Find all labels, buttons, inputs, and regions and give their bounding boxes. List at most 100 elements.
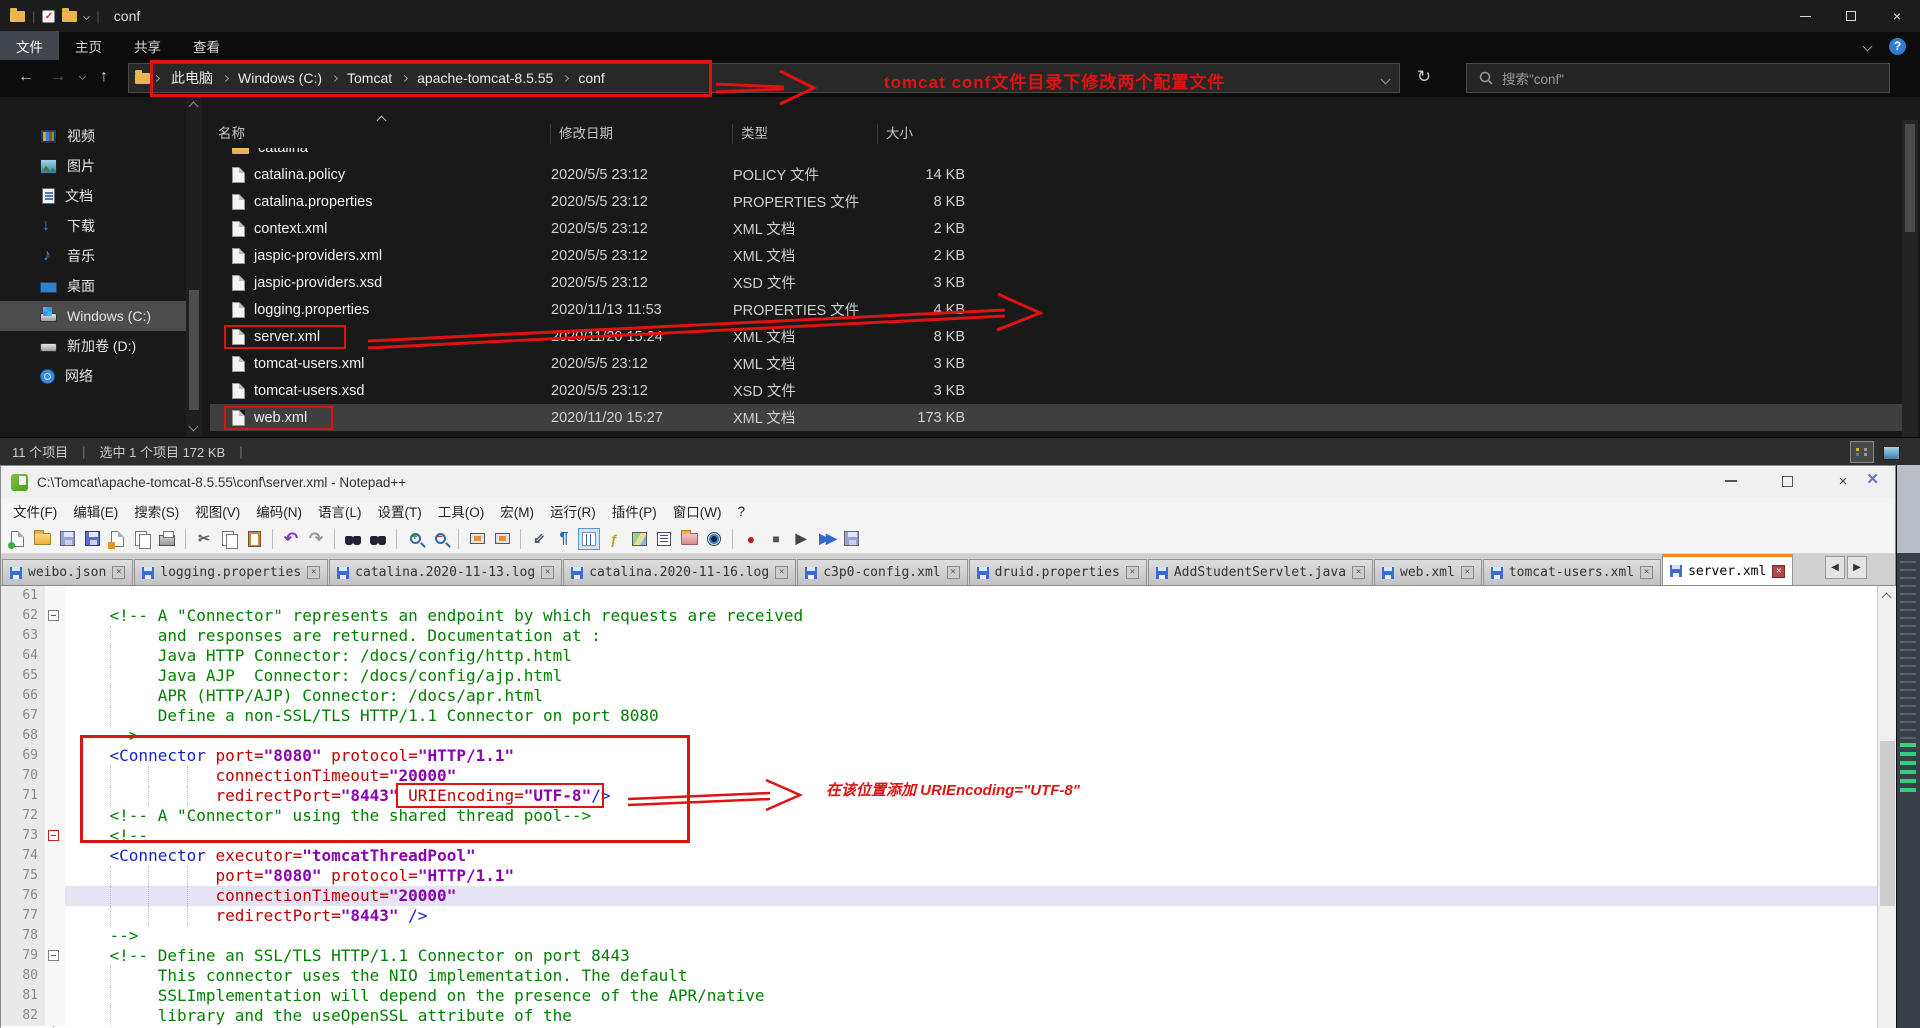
tab-scroll-right-icon[interactable]: ▶ [1847, 556, 1867, 579]
tab-close-icon[interactable]: ✕ [1352, 566, 1366, 579]
undo-icon[interactable]: ↶ [280, 528, 302, 550]
file-row[interactable]: jaspic-providers.xml 2020/5/5 23:12 XML 文档… [210, 242, 1902, 269]
file-row[interactable]: logging.properties 2020/11/13 11:53 PROPER… [210, 296, 1902, 323]
close-button[interactable]: × [1815, 466, 1871, 496]
fold-margin[interactable] [45, 906, 65, 926]
fold-margin[interactable] [45, 666, 65, 686]
editor-vertical-scrollbar[interactable] [1877, 586, 1896, 1028]
editor-tab[interactable]: druid.properties ✕ [968, 559, 1147, 585]
tab-close-icon[interactable]: ✕ [112, 566, 126, 579]
menu-item-11[interactable]: 窗口(W) [665, 501, 730, 521]
close-document-icon[interactable]: ✕ [1866, 470, 1879, 488]
code-editor[interactable]: 61 62 <!-- A "Connector" represents an en… [1, 586, 1877, 1028]
minimize-button[interactable] [1782, 0, 1828, 32]
up-icon[interactable]: ↑ [100, 68, 108, 86]
tab-close-icon[interactable]: ✕ [946, 566, 960, 579]
fold-margin[interactable] [45, 846, 65, 866]
chevron-down-icon[interactable] [83, 12, 91, 20]
file-row[interactable]: catalina [210, 148, 1902, 161]
column-header-3[interactable]: 大小 [878, 124, 973, 144]
save-all-icon[interactable] [81, 528, 103, 550]
menu-item-0[interactable]: 文件(F) [5, 501, 65, 521]
menu-item-1[interactable]: 编辑(E) [65, 501, 126, 521]
fold-margin[interactable] [45, 766, 65, 786]
menu-item-7[interactable]: 工具(O) [430, 501, 493, 521]
scrollbar-thumb[interactable] [189, 290, 199, 410]
fold-margin[interactable] [45, 706, 65, 726]
tab-close-icon[interactable]: ✕ [307, 566, 321, 579]
indent-guide-icon[interactable] [578, 527, 600, 550]
breadcrumb-item-tomcat[interactable]: Tomcat [343, 68, 396, 88]
sidebar-item-downloads[interactable]: 下载 [0, 211, 186, 241]
menu-item-2[interactable]: 搜索(S) [126, 501, 187, 521]
paste-icon[interactable] [243, 528, 265, 550]
ribbon-tab-home[interactable]: 主页 [59, 31, 118, 61]
file-row[interactable]: context.xml 2020/5/5 23:12 XML 文档 2 KB [210, 215, 1902, 242]
editor-tab[interactable]: catalina.2020-11-13.log ✕ [329, 559, 563, 585]
file-monitoring-icon[interactable] [703, 528, 725, 550]
thumbnail-view-button[interactable] [1878, 441, 1902, 463]
macro-run-multiple-icon[interactable]: ▶▶ [815, 528, 837, 550]
file-list[interactable]: catalina catalina.policy 2020/5/5 23:12 POL… [210, 148, 1902, 432]
fold-margin[interactable] [45, 586, 65, 606]
breadcrumb-item-this-pc[interactable]: 此电脑 [167, 66, 217, 90]
fold-margin[interactable] [45, 966, 65, 986]
menu-item-9[interactable]: 运行(R) [542, 501, 604, 521]
function-list-icon[interactable]: ƒ [603, 528, 625, 550]
menu-item-6[interactable]: 设置(T) [370, 501, 430, 521]
macro-stop-icon[interactable]: ■ [765, 528, 787, 550]
details-view-button[interactable] [1850, 441, 1874, 463]
fold-collapse-icon[interactable] [48, 950, 59, 961]
word-wrap-icon[interactable]: ⇙ [528, 528, 550, 550]
maximize-button[interactable] [1828, 0, 1874, 32]
tab-close-icon[interactable]: ✕ [1772, 564, 1786, 578]
editor-tab[interactable]: AddStudentServlet.java ✕ [1147, 559, 1374, 585]
macro-play-icon[interactable]: ▶ [790, 528, 812, 550]
folder-as-workspace-icon[interactable] [678, 528, 700, 550]
back-icon[interactable]: ← [18, 68, 34, 86]
folder-icon[interactable] [62, 7, 78, 22]
ribbon-tab-file[interactable]: 文件 [0, 31, 59, 61]
editor-tab[interactable]: catalina.2020-11-16.log ✕ [563, 559, 797, 585]
sidebar-item-music[interactable]: 音乐 [0, 241, 186, 271]
sidebar-item-videos[interactable]: 视频 [0, 121, 186, 151]
properties-check-icon[interactable]: ✓ [42, 9, 56, 23]
search-box[interactable]: 搜索"conf" [1466, 63, 1890, 93]
recent-locations-chevron-icon[interactable] [78, 72, 87, 81]
sidebar-item-network[interactable]: 网络 [0, 361, 186, 391]
fold-margin[interactable] [45, 1006, 65, 1026]
scroll-down-icon[interactable] [188, 421, 199, 432]
fold-margin[interactable] [45, 886, 65, 906]
minimize-button[interactable] [1703, 466, 1759, 496]
zoom-out-icon[interactable]: − [429, 528, 451, 550]
maximize-button[interactable] [1759, 466, 1815, 496]
document-map-icon[interactable] [628, 528, 650, 550]
file-row[interactable]: catalina.properties 2020/5/5 23:12 PROPERT… [210, 188, 1902, 215]
macro-record-icon[interactable]: ● [740, 528, 762, 550]
fold-margin[interactable] [45, 686, 65, 706]
close-icon[interactable] [106, 528, 128, 550]
fold-margin[interactable] [45, 646, 65, 666]
column-header-1[interactable]: 修改日期 [551, 124, 733, 144]
menu-item-5[interactable]: 语言(L) [310, 501, 370, 521]
replace-icon[interactable] [367, 528, 389, 550]
fold-margin[interactable] [45, 626, 65, 646]
scrollbar-thumb[interactable] [1905, 124, 1915, 232]
breadcrumb-item-apache-tomcat-8-5-55[interactable]: apache-tomcat-8.5.55 [413, 68, 557, 88]
show-all-characters-icon[interactable]: ¶ [553, 528, 575, 550]
sync-vertical-icon[interactable] [466, 528, 488, 550]
refresh-icon[interactable]: ↻ [1404, 63, 1444, 93]
file-row[interactable]: tomcat-users.xml 2020/5/5 23:12 XML 文档 3 KB [210, 350, 1902, 377]
scroll-up-icon[interactable] [188, 101, 199, 112]
fold-margin[interactable] [45, 786, 65, 806]
fold-margin[interactable] [45, 926, 65, 946]
fold-margin[interactable] [45, 946, 65, 966]
collapse-ribbon-chevron-icon[interactable] [1862, 41, 1873, 52]
macro-save-icon[interactable] [840, 528, 862, 550]
fold-margin[interactable] [45, 826, 65, 846]
close-all-icon[interactable] [131, 528, 153, 550]
sidebar-item-desktop[interactable]: 桌面 [0, 271, 186, 301]
fold-margin[interactable] [45, 866, 65, 886]
fold-collapse-icon[interactable] [48, 610, 59, 621]
copy-icon[interactable] [218, 528, 240, 550]
